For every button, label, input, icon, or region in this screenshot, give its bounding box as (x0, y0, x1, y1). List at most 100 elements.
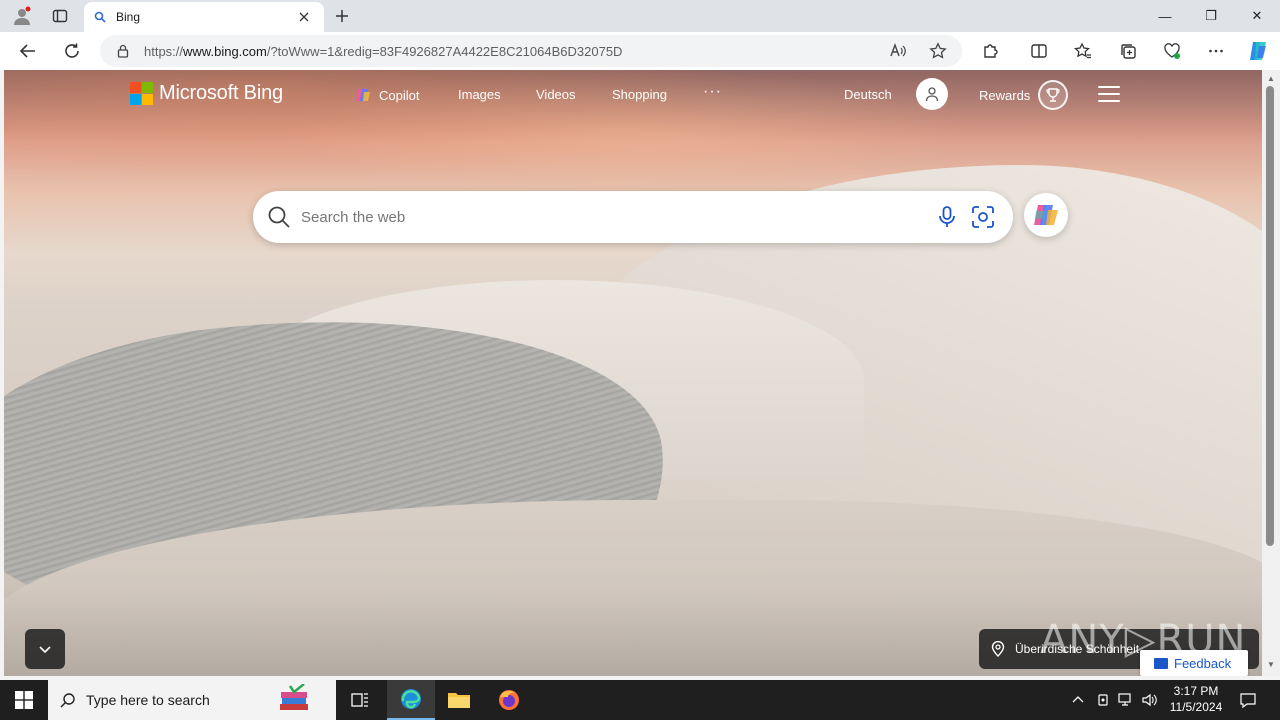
copilot-icon (1034, 205, 1058, 225)
taskbar-search-box[interactable]: Type here to search (48, 680, 336, 720)
tray-volume-icon[interactable] (1142, 692, 1158, 708)
restore-button[interactable]: ❐ (1188, 0, 1234, 32)
location-pin-icon (991, 641, 1005, 657)
feedback-icon (1154, 657, 1168, 669)
microphone-icon (939, 206, 955, 227)
voice-search-button[interactable] (933, 203, 961, 231)
logo-square-yellow (142, 94, 153, 105)
scrollbar-thumb[interactable] (1266, 86, 1274, 546)
extensions-button[interactable] (977, 37, 1005, 65)
edge-icon (401, 689, 421, 709)
rewards-button[interactable]: Rewards (979, 80, 1069, 110)
scroll-up-arrow-icon[interactable]: ▲ (1266, 74, 1276, 84)
firefox-icon (499, 690, 519, 710)
tab-actions-button[interactable] (46, 4, 74, 28)
tray-network-icon[interactable] (1118, 692, 1134, 708)
new-tab-button[interactable] (330, 4, 354, 28)
window-close-button[interactable]: ✕ (1234, 0, 1280, 32)
browser-essentials-button[interactable] (1158, 37, 1186, 65)
tray-time: 3:17 PM (1173, 684, 1219, 698)
url-text[interactable]: https://www.bing.com/?toWww=1&redig=83F4… (144, 44, 622, 59)
background-shade (4, 70, 1262, 676)
tab-close-button[interactable] (294, 7, 314, 27)
ellipsis-icon (1209, 49, 1223, 53)
collections-icon (1121, 44, 1136, 59)
nav-videos[interactable]: Videos (536, 87, 576, 102)
nav-copilot[interactable]: Copilot (355, 87, 419, 103)
puzzle-icon (984, 44, 998, 58)
folder-icon (448, 693, 470, 708)
heart-pulse-icon (1164, 43, 1180, 59)
copilot-sidebar-button[interactable] (1244, 37, 1272, 65)
copilot-icon (1250, 42, 1266, 60)
url-host: www.bing.com (183, 43, 267, 59)
address-bar[interactable]: https://www.bing.com/?toWww=1&redig=83F4… (100, 35, 962, 67)
search-box (253, 191, 1013, 243)
minimize-button[interactable]: — (1142, 0, 1188, 32)
user-icon (925, 87, 939, 102)
tray-clock[interactable]: 3:17 PM 11/5/2024 (1164, 683, 1228, 715)
lock-icon (117, 44, 129, 58)
windows-taskbar: Type here to search 3:17 PM 11/5/2024 (0, 680, 1280, 720)
nav-more-label: ··· (703, 83, 722, 100)
tray-chevron-up-icon[interactable] (1070, 692, 1086, 708)
page-scrollbar[interactable]: ▲ ▼ (1262, 70, 1280, 676)
collections-button[interactable] (1114, 37, 1142, 65)
menu-button[interactable] (1098, 86, 1120, 102)
profile-button[interactable] (8, 4, 36, 28)
search-icon (94, 11, 106, 23)
nav-images[interactable]: Images (458, 87, 501, 102)
taskbar-file-explorer[interactable] (435, 680, 483, 720)
refresh-button[interactable] (58, 37, 86, 65)
tab-bing[interactable]: Bing (84, 2, 324, 32)
refresh-icon (65, 43, 79, 58)
rewards-label: Rewards (979, 87, 1031, 103)
read-aloud-button[interactable] (884, 37, 912, 65)
windows-logo-icon (15, 691, 33, 709)
logo-square-red (130, 82, 141, 93)
copilot-search-button[interactable] (1024, 193, 1068, 237)
bing-logo[interactable]: Microsoft Bing (130, 82, 283, 105)
url-prefix: https:// (144, 43, 184, 59)
task-view-icon (351, 693, 368, 707)
search-input[interactable] (301, 208, 901, 226)
profile-icon (14, 6, 31, 25)
tray-device-icon[interactable] (1095, 692, 1111, 708)
scroll-down-arrow-icon[interactable]: ▼ (1266, 660, 1276, 670)
favorite-star-button[interactable] (924, 37, 952, 65)
more-options-button[interactable] (1202, 37, 1230, 65)
taskbar-firefox[interactable] (485, 680, 533, 720)
copilot-icon (356, 89, 370, 101)
split-screen-button[interactable] (1025, 37, 1053, 65)
search-highlight-books-icon (280, 684, 308, 710)
favorites-button[interactable] (1069, 37, 1097, 65)
nav-shopping[interactable]: Shopping (612, 87, 667, 102)
microsoft-logo-icon (130, 82, 153, 105)
feedback-button[interactable]: Feedback (1140, 650, 1248, 676)
close-icon (299, 12, 309, 22)
browser-toolbar: https://www.bing.com/?toWww=1&redig=83F4… (0, 32, 1280, 70)
camera-scan-icon (972, 206, 994, 228)
chevron-down-icon (39, 646, 51, 654)
star-icon (929, 42, 947, 59)
task-view-button[interactable] (336, 680, 384, 720)
url-path: /?toWww=1&redig=83F4926827A4422E8C21064B… (266, 43, 623, 59)
notification-center-icon[interactable] (1240, 692, 1256, 708)
tray-date: 11/5/2024 (1169, 700, 1223, 714)
feedback-label: Feedback (1174, 655, 1232, 671)
sign-in-avatar[interactable] (916, 78, 948, 110)
hamburger-line (1098, 100, 1120, 102)
visual-search-button[interactable] (969, 203, 997, 231)
plus-icon (336, 10, 348, 22)
nav-more[interactable]: ··· (703, 83, 722, 101)
language-link[interactable]: Deutsch (844, 87, 892, 102)
scroll-down-button[interactable] (25, 629, 65, 669)
favorites-icon (1074, 42, 1091, 59)
tab-title: Bing (116, 10, 141, 24)
taskbar-edge[interactable] (387, 680, 435, 720)
start-button[interactable] (0, 680, 48, 720)
rewards-medal (1038, 80, 1069, 110)
nav-copilot-label: Copilot (379, 87, 420, 103)
back-button[interactable] (14, 37, 42, 65)
nav-shopping-label: Shopping (612, 87, 667, 102)
